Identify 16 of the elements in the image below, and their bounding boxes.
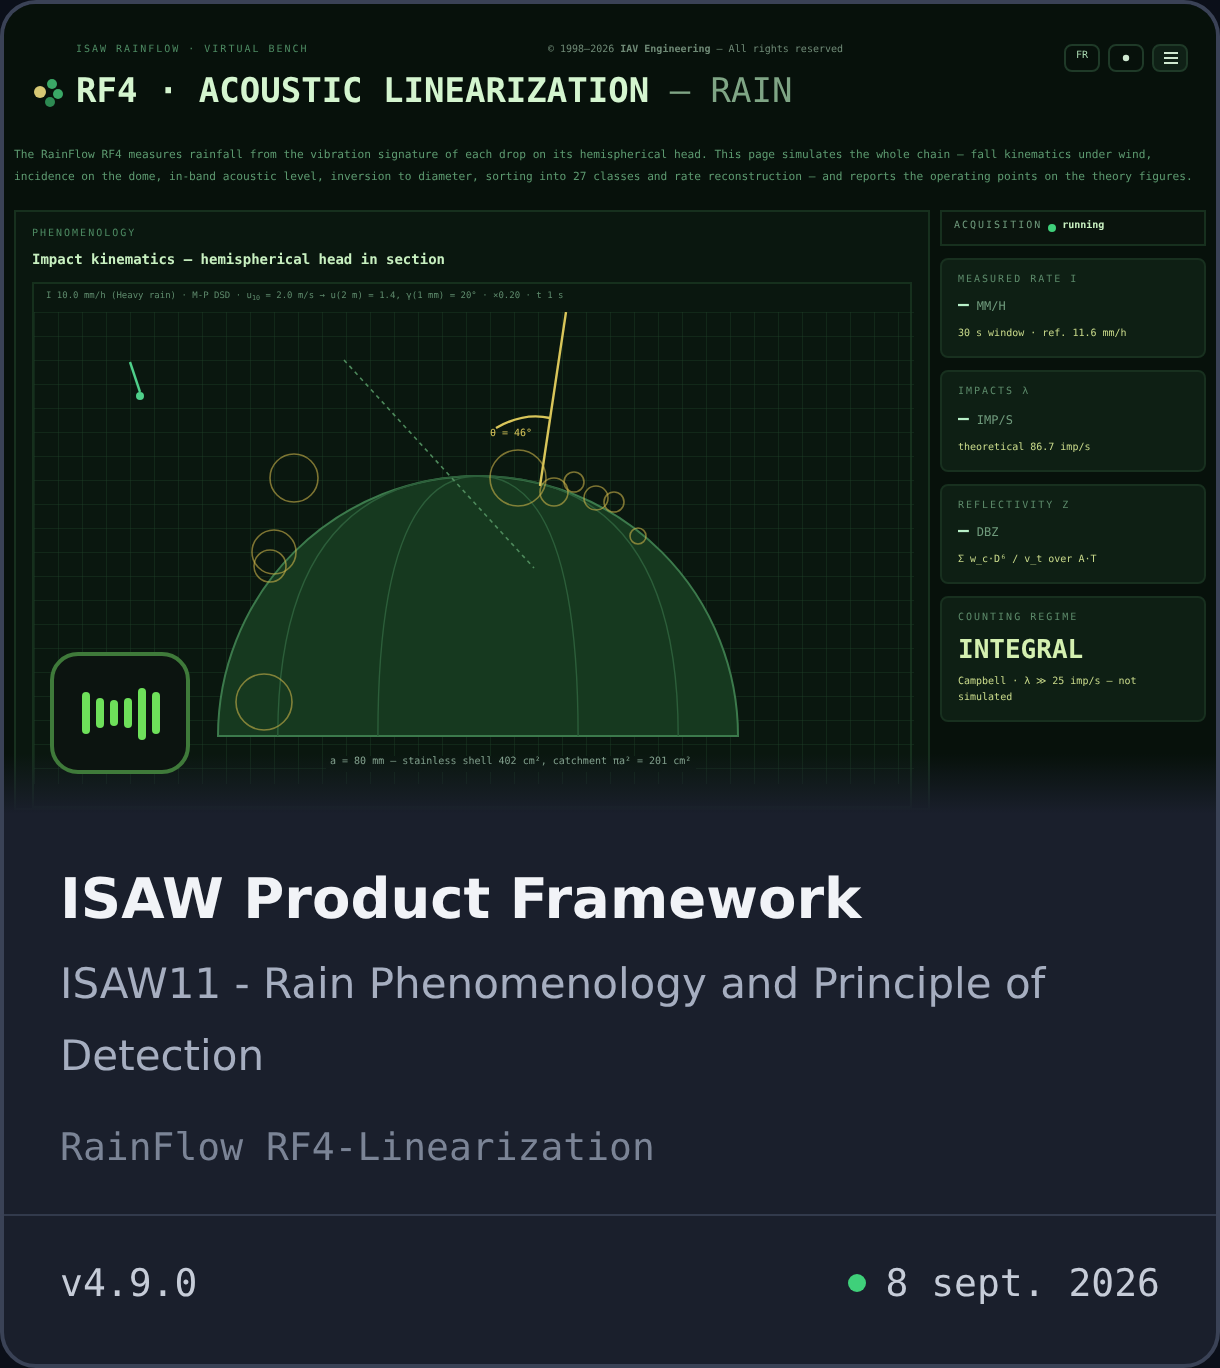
menu-button[interactable] [1152, 44, 1188, 72]
card-value: — [958, 298, 969, 316]
equalizer-logo-icon [50, 652, 190, 774]
menu-icon [1163, 52, 1177, 64]
app-title: RF4 · ACOUSTIC LINEARIZATION — RAIN [76, 69, 793, 115]
card-value: — [958, 411, 969, 429]
release-date: 8 sept. 2026 [885, 1259, 1160, 1309]
card-title: ISAW Product Framework [60, 864, 864, 936]
version-text: v4.9.0 [60, 1259, 198, 1309]
card-subtitle: ISAW11 - Rain Phenomenology and Principle of Detection [60, 958, 1048, 1084]
theme-button[interactable] [1108, 44, 1144, 72]
product-name: RainFlow RF4-Linearization [60, 1124, 657, 1174]
card-value: — [958, 524, 969, 542]
molecule-logo-icon [32, 76, 64, 109]
card-value: INTEGRAL [958, 637, 1086, 663]
product-card[interactable] [0, 0, 1220, 1368]
